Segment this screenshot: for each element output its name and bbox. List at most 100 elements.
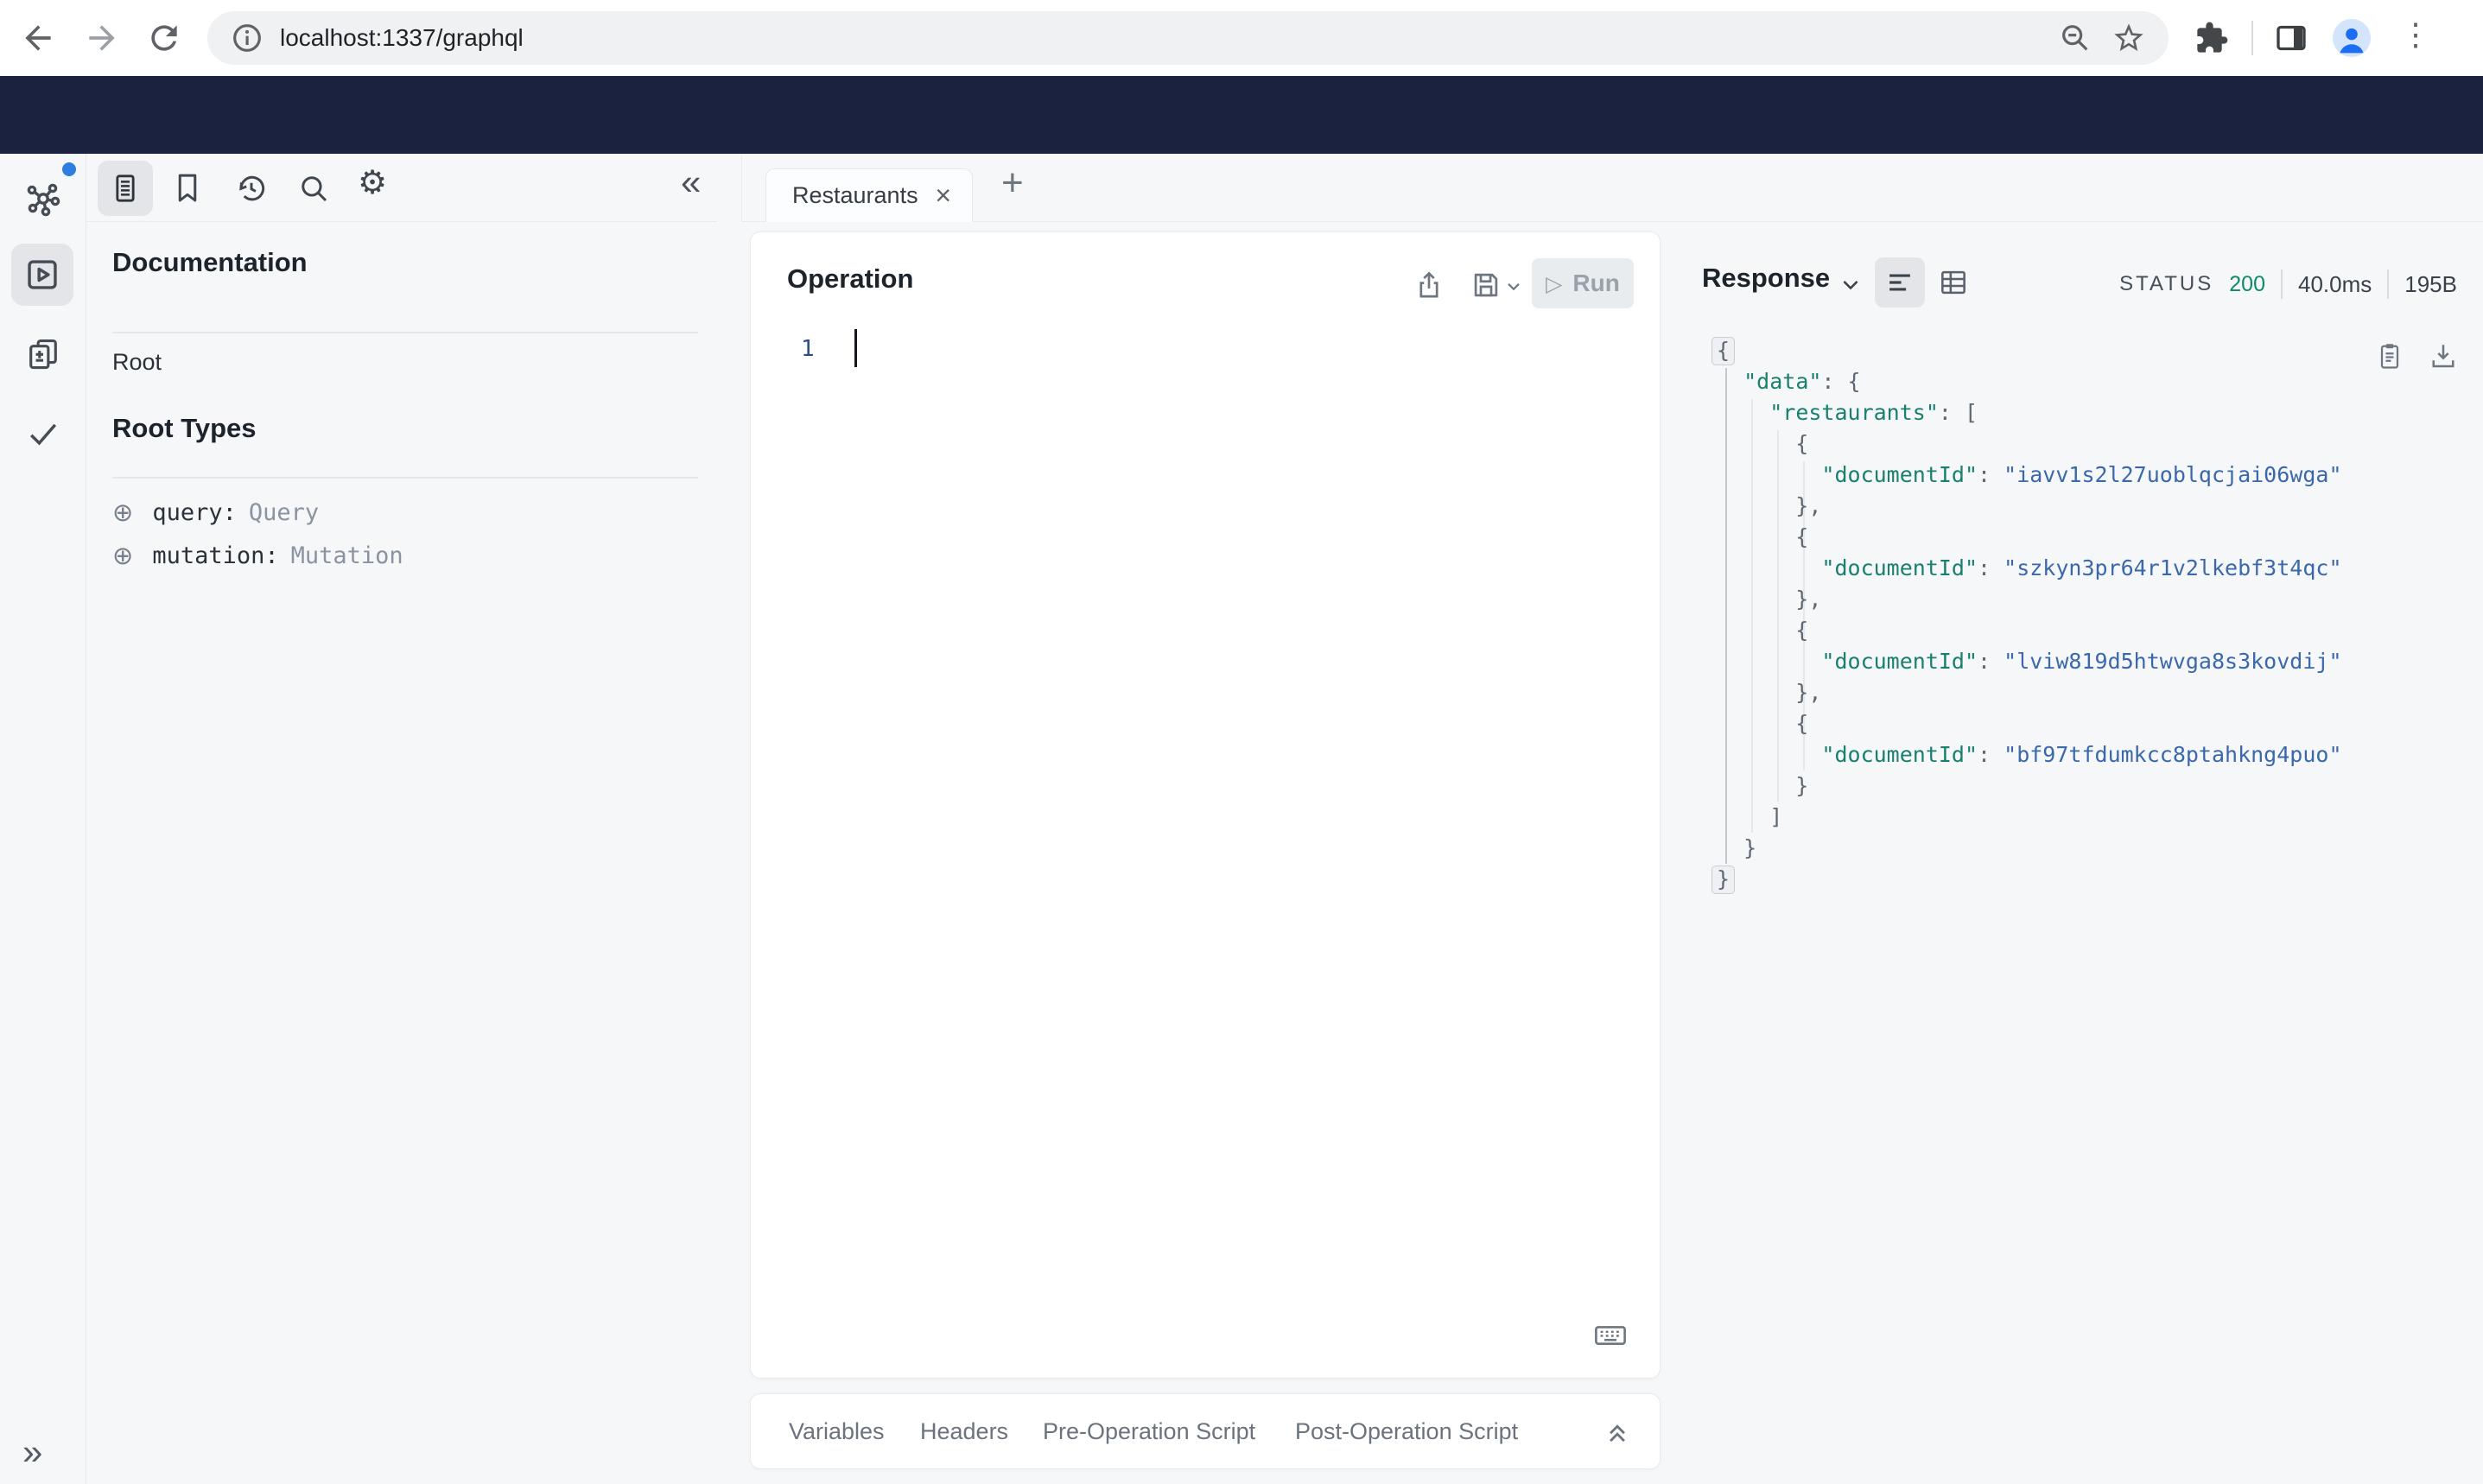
response-list-view-icon[interactable] — [1875, 257, 1925, 308]
forward-icon — [89, 25, 115, 51]
code-line: { — [1718, 711, 1809, 736]
schema-notification-dot — [62, 162, 76, 176]
status-code: 200 — [2229, 271, 2265, 296]
root-type-mutation-row[interactable]: ⊕ mutation: Mutation — [112, 541, 403, 570]
copy-response-icon[interactable] — [2374, 340, 2405, 371]
code-line: }, — [1718, 680, 1822, 705]
documentation-panel: ⚙ « Documentation Root Root Types ⊕ quer… — [86, 154, 717, 1484]
code-line: { — [1711, 335, 2342, 366]
tab-restaurants[interactable]: Restaurants × — [765, 168, 973, 222]
response-duration: 40.0ms — [2298, 270, 2372, 297]
save-operation-icon[interactable] — [1470, 269, 1502, 301]
forward-button[interactable] — [83, 19, 121, 57]
save-menu-chevron-icon[interactable] — [1504, 277, 1523, 296]
field-name[interactable]: query: — [152, 499, 237, 526]
tab-pre-operation-script[interactable]: Pre-Operation Script — [1043, 1418, 1255, 1445]
operation-tabstrip: Restaurants × + — [741, 154, 2483, 222]
extensions-icon[interactable] — [2194, 21, 2229, 55]
tab-headers[interactable]: Headers — [920, 1418, 1008, 1445]
keyboard-shortcuts-icon[interactable] — [1592, 1317, 1629, 1354]
new-tab-icon[interactable]: + — [1001, 164, 1024, 202]
operation-panel: Operation ▷ Run 1 — [750, 231, 1661, 1379]
close-tab-icon[interactable]: × — [935, 180, 951, 212]
run-label: Run — [1572, 270, 1620, 296]
code-line: "documentId": "bf97tfdumkcc8ptahkng4puo" — [1821, 742, 2342, 767]
add-query-icon[interactable]: ⊕ — [112, 498, 133, 527]
code-line: } — [1718, 773, 1809, 798]
code-line: }, — [1718, 493, 1822, 518]
profile-avatar[interactable] — [2333, 19, 2371, 57]
code-line: } — [1711, 864, 2342, 895]
docs-toolbar: ⚙ « — [86, 154, 717, 222]
response-table-view-icon[interactable] — [1937, 266, 1970, 299]
code-line: } — [1718, 835, 1757, 860]
code-line: { — [1718, 431, 1809, 456]
response-meta: STATUS 200 40.0ms 195B — [2119, 270, 2457, 299]
url-text[interactable]: localhost:1337/graphql — [280, 24, 2058, 52]
code-line: }, — [1718, 587, 1822, 612]
response-panel: Response STATUS 200 40.0ms 195B { "data"… — [1661, 231, 2483, 1484]
apollo-toolbar: A SANDBOX http://localhost:1337/gra... ⚙… — [0, 76, 2483, 217]
status-label: STATUS — [2119, 272, 2214, 295]
left-rail: » — [0, 154, 86, 1484]
code-line: "data": { — [1743, 369, 1861, 394]
code-line: { — [1718, 524, 1809, 549]
changes-diff-icon[interactable] — [24, 335, 66, 377]
search-icon[interactable] — [295, 170, 332, 206]
field-name[interactable]: mutation: — [152, 542, 278, 569]
run-triangle-icon: ▷ — [1546, 270, 1563, 296]
divider — [112, 477, 698, 479]
history-icon[interactable] — [233, 170, 270, 206]
response-menu-chevron-icon[interactable] — [1838, 273, 1863, 297]
expand-rail-icon[interactable]: » — [22, 1434, 42, 1470]
share-operation-icon[interactable] — [1413, 269, 1445, 301]
code-line: "restaurants": [ — [1769, 400, 1978, 425]
code-line: { — [1718, 618, 1809, 643]
code-line: "documentId": "lviw819d5htwvga8s3kovdij" — [1821, 649, 2342, 674]
expand-dock-icon[interactable] — [1601, 1415, 1634, 1448]
tab-post-operation-script[interactable]: Post-Operation Script — [1295, 1418, 1518, 1445]
docs-title: Documentation — [112, 247, 308, 277]
code-line: ] — [1718, 804, 1783, 829]
tab-variables[interactable]: Variables — [789, 1418, 885, 1445]
settings-gear-icon[interactable]: ⚙ — [358, 166, 394, 202]
run-button[interactable]: ▷ Run — [1532, 258, 1634, 308]
browser-toolbar: localhost:1337/graphql ⋮ — [0, 0, 2483, 76]
download-response-icon[interactable] — [2428, 340, 2459, 371]
operation-editor[interactable] — [785, 322, 1625, 1341]
back-icon — [25, 25, 51, 51]
site-info-icon[interactable] — [230, 21, 264, 55]
collapse-docs-icon[interactable]: « — [681, 164, 701, 200]
schema-graph-icon[interactable] — [22, 180, 64, 221]
zoom-out-icon[interactable] — [2058, 21, 2092, 55]
add-mutation-icon[interactable]: ⊕ — [112, 541, 133, 570]
explorer-tab-active[interactable] — [11, 244, 73, 306]
meta-divider — [2281, 270, 2283, 299]
url-bar[interactable]: localhost:1337/graphql — [207, 11, 2169, 65]
documentation-icon — [116, 174, 135, 202]
field-type[interactable]: Query — [249, 499, 319, 526]
docs-tab-active[interactable] — [98, 161, 153, 216]
checklist-icon[interactable] — [24, 415, 66, 456]
bottom-dock: Variables Headers Pre-Operation Script P… — [750, 1393, 1661, 1469]
code-line: "documentId": "iavv1s2l27uoblqcjai06wga" — [1821, 462, 2342, 487]
response-title: Response — [1702, 263, 1831, 293]
bookmark-star-icon[interactable] — [2112, 21, 2146, 55]
docs-root-link[interactable]: Root — [112, 349, 162, 376]
reload-button[interactable] — [145, 19, 183, 57]
response-size: 195B — [2404, 270, 2457, 297]
browser-menu-icon[interactable]: ⋮ — [2400, 19, 2431, 50]
root-types-title: Root Types — [112, 413, 257, 443]
tab-label: Restaurants — [792, 182, 918, 208]
side-panel-icon[interactable] — [2274, 21, 2308, 55]
root-type-query-row[interactable]: ⊕ query: Query — [112, 498, 319, 527]
divider — [112, 332, 698, 333]
back-button[interactable] — [19, 19, 57, 57]
operation-title: Operation — [787, 263, 914, 294]
response-code[interactable]: { "data": { "restaurants": [ { "document… — [1711, 335, 2342, 895]
bookmarks-icon[interactable] — [169, 170, 206, 206]
explorer-play-icon — [28, 260, 57, 289]
reload-icon — [151, 25, 177, 51]
field-type[interactable]: Mutation — [291, 542, 403, 569]
workspace: » ⚙ « Documentation Root Root Types ⊕ qu… — [0, 154, 2483, 1484]
